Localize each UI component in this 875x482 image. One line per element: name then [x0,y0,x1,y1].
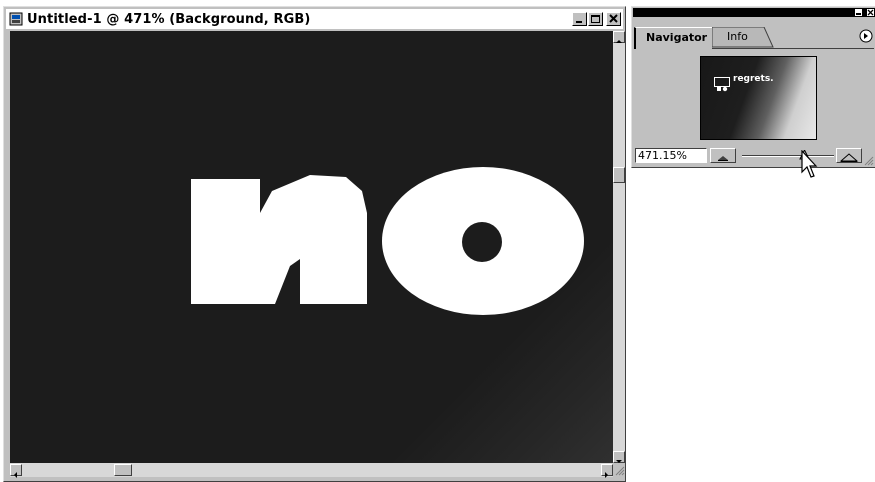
tab-navigator[interactable]: Navigator [634,27,712,49]
zoom-in-icon [839,153,859,162]
resize-grip-icon[interactable] [614,465,625,476]
vertical-scrollbar[interactable] [613,31,625,463]
close-button[interactable] [606,12,621,26]
scroll-up-button[interactable] [613,31,625,43]
document-titlebar[interactable]: Untitled-1 @ 471% (Background, RGB) [6,9,623,29]
tab-info[interactable]: Info [712,27,768,48]
palette-minimize-icon[interactable] [855,9,862,16]
close-icon [609,14,618,23]
thumbnail-no-box [714,77,730,92]
zoom-out-button[interactable] [710,148,736,163]
navigator-thumbnail[interactable]: regrets. [700,56,817,140]
scroll-left-icon [14,472,17,478]
horizontal-scrollbar[interactable] [10,463,613,478]
scroll-up-icon [616,40,622,43]
document-title: Untitled-1 @ 471% (Background, RGB) [27,11,311,27]
minimize-icon [576,21,582,23]
canvas-artwork [191,167,584,315]
scroll-down-button[interactable] [613,451,625,463]
palette-resize-grip-icon[interactable] [863,155,874,166]
palette-tabs: Navigator Info [634,26,874,49]
palette-close-icon[interactable] [867,9,874,16]
zoom-out-icon [718,156,728,161]
minimize-button[interactable] [572,12,587,26]
palette-menu-arrow-icon[interactable] [859,29,873,43]
scroll-right-icon [605,472,608,478]
navigator-palette: Navigator Info regrets. 471.15% [631,6,875,168]
horizontal-scroll-thumb[interactable] [114,464,132,476]
image-canvas[interactable] [10,31,613,463]
thumbnail-text: regrets. [733,74,774,84]
letter-n-shape [191,175,367,304]
thumbnail-no-mark [717,86,728,92]
maximize-button[interactable] [588,12,603,26]
document-icon [9,12,23,26]
document-window: Untitled-1 @ 471% (Background, RGB) [3,6,626,482]
scroll-right-button[interactable] [601,464,613,478]
maximize-icon [591,15,600,23]
scroll-left-button[interactable] [10,464,22,478]
zoom-slider-track[interactable] [742,155,834,157]
zoom-input[interactable]: 471.15% [635,148,707,163]
mouse-pointer-icon [801,150,818,178]
vertical-scroll-thumb[interactable] [613,167,625,183]
palette-titlebar[interactable] [633,8,875,17]
zoom-controls: 471.15% [634,147,875,165]
zoom-in-button[interactable] [836,148,862,163]
